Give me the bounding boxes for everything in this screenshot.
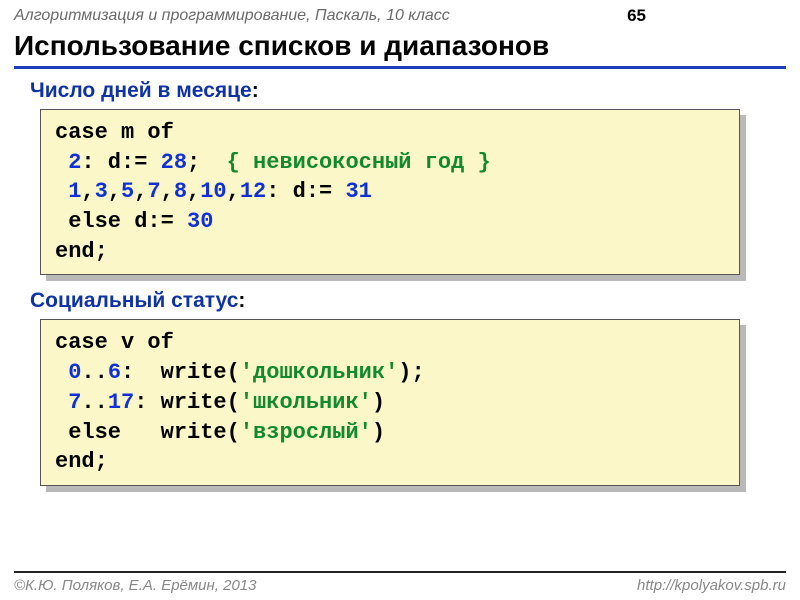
comma: , [108, 179, 121, 204]
copyright-icon: ©К.Ю. Поляков, Е.А. Ерёмин, 2013 [14, 577, 256, 594]
comma: , [187, 179, 200, 204]
num: 28 [161, 150, 187, 175]
txt: : write( [134, 390, 240, 415]
txt: d:= [121, 209, 187, 234]
kw-case: case [55, 330, 108, 355]
num: 2 [68, 150, 81, 175]
kw-else: else [68, 420, 121, 445]
indent [55, 420, 68, 445]
code-content: case m of 2: d:= 28; { невисокосный год … [40, 109, 740, 275]
indent [55, 179, 68, 204]
indent [55, 150, 68, 175]
var: v [108, 330, 148, 355]
num: 6 [108, 360, 121, 385]
num: 30 [187, 209, 213, 234]
code-block-days: case m of 2: d:= 28; { невисокосный год … [40, 109, 740, 275]
slide-footer: ©К.Ю. Поляков, Е.А. Ерёмин, 2013 http://… [14, 571, 786, 594]
kw-end: end; [55, 449, 108, 474]
kw-else: else [68, 209, 121, 234]
comment: { невисокосный год } [227, 150, 491, 175]
course-title: Алгоритмизация и программирование, Паска… [14, 7, 450, 25]
kw-of: of [147, 330, 173, 355]
comma: , [81, 179, 94, 204]
num: 7 [68, 390, 81, 415]
txt: : d:= [266, 179, 345, 204]
code-block-status: case v of 0..6: write('дошкольник'); 7..… [40, 319, 740, 485]
slide-title: Использование списков и диапазонов [14, 30, 786, 69]
page-number: 65 [627, 6, 646, 26]
comma: , [161, 179, 174, 204]
footer-url: http://kpolyakov.spb.ru [637, 577, 786, 594]
txt: ); [398, 360, 424, 385]
txt: ; [187, 150, 227, 175]
colon: : [252, 79, 259, 102]
comma: , [134, 179, 147, 204]
num: 10 [200, 179, 226, 204]
section-label-text: Число дней в месяце [30, 79, 252, 102]
code-content: case v of 0..6: write('дошкольник'); 7..… [40, 319, 740, 485]
colon: : [238, 289, 245, 312]
txt: : d:= [81, 150, 160, 175]
indent [55, 209, 68, 234]
string: 'дошкольник' [240, 360, 398, 385]
num: 5 [121, 179, 134, 204]
comma: , [227, 179, 240, 204]
num: 31 [345, 179, 371, 204]
range: .. [81, 390, 107, 415]
kw-end: end; [55, 239, 108, 264]
txt: write( [121, 420, 240, 445]
footer-authors: К.Ю. Поляков, Е.А. Ерёмин, 2013 [25, 577, 256, 594]
section-label-status: Социальный статус: [30, 289, 800, 313]
num: 3 [95, 179, 108, 204]
indent [55, 390, 68, 415]
num: 17 [108, 390, 134, 415]
num: 12 [240, 179, 266, 204]
range: .. [81, 360, 107, 385]
string: 'взрослый' [240, 420, 372, 445]
slide-header: Алгоритмизация и программирование, Паска… [0, 0, 800, 30]
kw-case: case [55, 120, 108, 145]
kw-of: of [147, 120, 173, 145]
num: 1 [68, 179, 81, 204]
section-label-days: Число дней в месяце: [30, 79, 800, 103]
string: 'школьник' [240, 390, 372, 415]
txt: ) [372, 390, 385, 415]
var: m [108, 120, 148, 145]
num: 8 [174, 179, 187, 204]
indent [55, 360, 68, 385]
txt: : write( [121, 360, 240, 385]
num: 7 [147, 179, 160, 204]
num: 0 [68, 360, 81, 385]
txt: ) [372, 420, 385, 445]
section-label-text: Социальный статус [30, 289, 238, 312]
